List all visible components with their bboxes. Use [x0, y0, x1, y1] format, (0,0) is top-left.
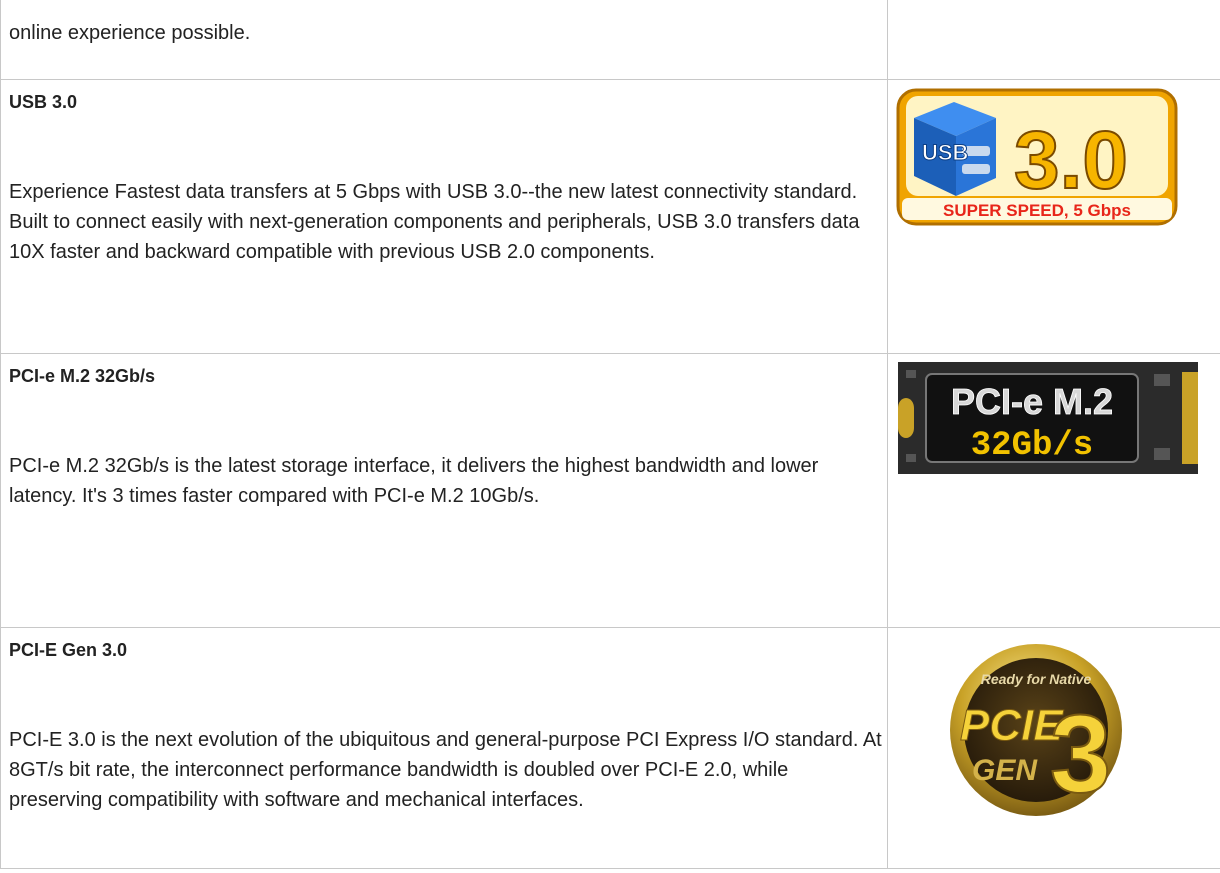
gen3-main-text: PCIE [960, 701, 1064, 750]
intro-text: online experience possible. [9, 22, 251, 44]
gen3-num-text: 3 [1050, 693, 1111, 816]
usb-version-text: 3.0 [1014, 115, 1128, 206]
feature-description: PCI-e M.2 32Gb/s is the latest storage i… [9, 455, 819, 507]
m2-line1-text: PCI-e M.2 [951, 381, 1113, 422]
feature-description: PCI-E 3.0 is the next evolution of the u… [9, 729, 882, 811]
usb-3-logo-icon: USB 3.0 SUPER SPEED, 5 Gbps [896, 88, 1178, 226]
table-row: online experience possible. [0, 0, 1220, 80]
feature-image-cell: PCI-e M.2 32Gb/s [887, 353, 1220, 628]
m2-line2-text: 32Gb/s [971, 427, 1093, 465]
usb-banner-text: SUPER SPEED, 5 Gbps [943, 201, 1131, 220]
feature-description: Experience Fastest data transfers at 5 G… [9, 181, 860, 263]
table-row: PCI-e M.2 32Gb/s PCI-e M.2 32Gb/s is the… [0, 353, 1220, 628]
feature-title: PCI-e M.2 32Gb/s [9, 366, 156, 386]
table-row: USB 3.0 Experience Fastest data transfer… [0, 79, 1220, 354]
intro-text-cell: online experience possible. [0, 0, 888, 80]
feature-image-cell: Ready for Native PCIE GEN 3 [887, 627, 1220, 869]
table-row: PCI-E Gen 3.0 PCI-E 3.0 is the next evol… [0, 627, 1220, 869]
gen3-gen-text: GEN [972, 754, 1038, 787]
gen3-top-text: Ready for Native [981, 671, 1092, 687]
pcie-gen3-badge-icon: Ready for Native PCIE GEN 3 [950, 644, 1122, 817]
pcie-m2-card-logo-icon: PCI-e M.2 32Gb/s [898, 362, 1198, 474]
feature-title: PCI-E Gen 3.0 [9, 640, 128, 660]
feature-image-cell: USB 3.0 SUPER SPEED, 5 Gbps [887, 79, 1220, 354]
intro-image-cell [887, 0, 1220, 80]
feature-title: USB 3.0 [9, 92, 78, 112]
feature-text-cell: PCI-e M.2 32Gb/s PCI-e M.2 32Gb/s is the… [0, 353, 888, 628]
feature-text-cell: PCI-E Gen 3.0 PCI-E 3.0 is the next evol… [0, 627, 888, 869]
feature-table: online experience possible. USB 3.0 Expe… [0, 0, 1220, 869]
usb-logo-text: USB [922, 140, 968, 165]
feature-text-cell: USB 3.0 Experience Fastest data transfer… [0, 79, 888, 354]
